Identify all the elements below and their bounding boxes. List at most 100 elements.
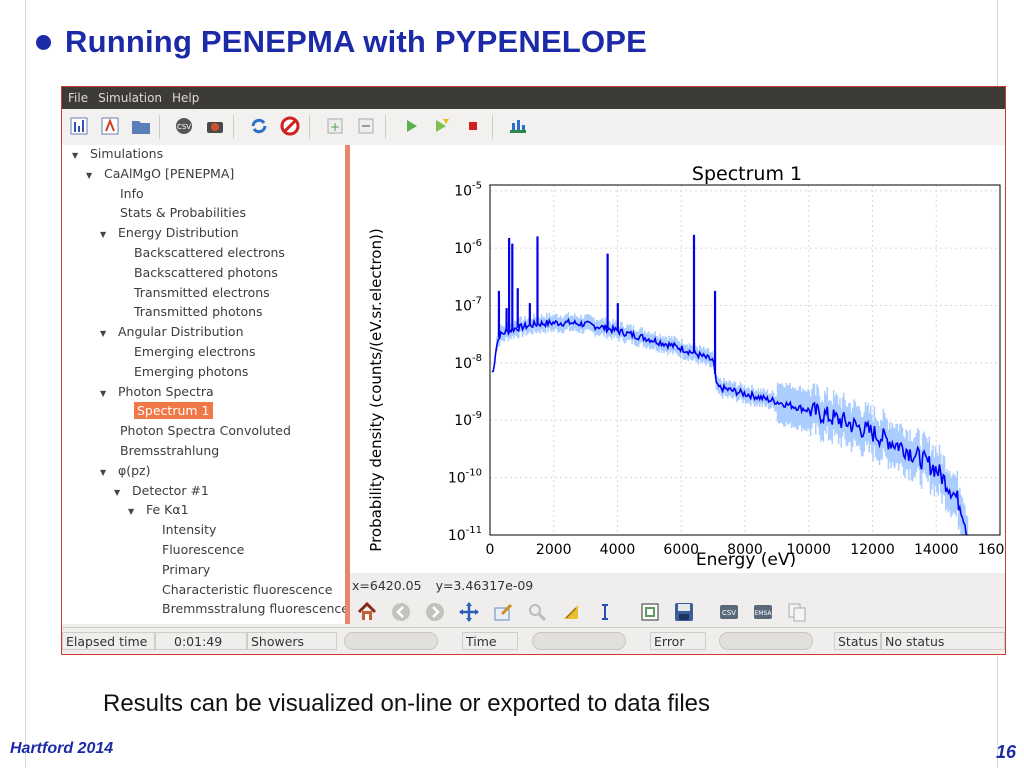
y-tick-label: 10-11 bbox=[448, 525, 482, 544]
spectrum-chart: Spectrum 1 Probability density (counts/(… bbox=[367, 163, 1005, 570]
tree-item[interactable]: Stats & Probabilities bbox=[120, 203, 246, 223]
tree-item[interactable]: Spectrum 1 bbox=[134, 401, 213, 421]
tree-item[interactable]: Primary bbox=[162, 560, 210, 580]
stop-square-icon[interactable] bbox=[462, 115, 484, 137]
tree-item-label: Transmitted photons bbox=[134, 304, 263, 320]
tree-item[interactable]: ▼ Fe Kα1 bbox=[128, 500, 189, 520]
menu-help[interactable]: Help bbox=[167, 91, 204, 105]
svg-text:CSV: CSV bbox=[177, 123, 191, 131]
showers-progress bbox=[344, 632, 438, 650]
tree-item-label: Spectrum 1 bbox=[134, 402, 213, 420]
tree-item[interactable]: ▼ CaAlMgO [PENEPMA] bbox=[86, 164, 234, 184]
play-fast-icon[interactable] bbox=[431, 115, 453, 137]
back-icon[interactable] bbox=[389, 600, 413, 624]
csv-icon[interactable]: CSV bbox=[717, 600, 741, 624]
expand-arrow-icon[interactable]: ▼ bbox=[100, 463, 112, 483]
x-tick-label: 12000 bbox=[850, 542, 895, 558]
tree-item-label: Energy Distribution bbox=[118, 225, 239, 241]
menu-file[interactable]: File bbox=[63, 91, 93, 105]
tree-item[interactable]: ▼ Angular Distribution bbox=[100, 322, 244, 342]
coord-x: x=6420.05 bbox=[352, 577, 422, 593]
status-value: No status bbox=[881, 632, 1005, 650]
x-tick-label: 16000 bbox=[978, 542, 1005, 558]
tree-item[interactable]: Fluorescence bbox=[162, 540, 244, 560]
expand-arrow-icon[interactable]: ▼ bbox=[100, 225, 112, 245]
expand-arrow-icon[interactable]: ▼ bbox=[128, 502, 140, 522]
expand-arrow-icon[interactable]: ▼ bbox=[100, 384, 112, 404]
tree-item[interactable]: Info bbox=[120, 184, 144, 204]
x-tick-label: 4000 bbox=[600, 542, 636, 558]
zoom-icon[interactable] bbox=[525, 600, 549, 624]
tree-item-label: Characteristic fluorescence bbox=[162, 581, 333, 597]
main-toolbar: CSV + bbox=[62, 109, 1005, 146]
tree-item-label: Backscattered photons bbox=[134, 264, 278, 280]
add-doc-icon[interactable]: + bbox=[324, 115, 346, 137]
open-folder-icon[interactable] bbox=[130, 115, 152, 137]
remove-doc-icon[interactable] bbox=[355, 115, 377, 137]
x-tick-label: 2000 bbox=[536, 542, 572, 558]
emsa-icon[interactable]: EMSA bbox=[751, 600, 775, 624]
app-screenshot: File Simulation Help CSV + ▼ Simulations… bbox=[61, 86, 1006, 655]
tree-item[interactable]: ▼ Energy Distribution bbox=[100, 223, 239, 243]
tree-item[interactable]: Backscattered electrons bbox=[134, 243, 285, 263]
menu-simulation[interactable]: Simulation bbox=[93, 91, 167, 105]
status-label: Status bbox=[834, 632, 881, 650]
save-icon[interactable] bbox=[672, 600, 696, 624]
cursor-icon[interactable] bbox=[593, 600, 617, 624]
csv-export-icon[interactable]: CSV bbox=[173, 115, 195, 137]
tree-item[interactable]: ▼ Simulations bbox=[72, 145, 163, 164]
configure-icon[interactable] bbox=[491, 600, 515, 624]
tree-item[interactable]: Transmitted photons bbox=[134, 302, 263, 322]
y-tick-label: 10-10 bbox=[448, 468, 482, 487]
tree-item[interactable]: Backscattered photons bbox=[134, 263, 278, 283]
tree-item[interactable]: Bremsstrahlung bbox=[120, 441, 219, 461]
tree-item-label: Backscattered electrons bbox=[134, 245, 285, 260]
toolbar-separator bbox=[159, 115, 160, 139]
expand-arrow-icon[interactable]: ▼ bbox=[86, 166, 98, 186]
histogram-icon[interactable] bbox=[68, 115, 90, 137]
svg-text:CSV: CSV bbox=[722, 609, 736, 617]
tree-item[interactable]: ▼ Detector #1 bbox=[114, 481, 209, 501]
home-icon[interactable] bbox=[355, 600, 379, 624]
edit-axes-icon[interactable] bbox=[559, 600, 583, 624]
photon-icon[interactable] bbox=[99, 115, 121, 137]
expand-arrow-icon[interactable]: ▼ bbox=[72, 146, 84, 166]
tree-item[interactable]: Characteristic fluorescence bbox=[162, 580, 332, 600]
tree-item[interactable]: Intensity bbox=[162, 520, 216, 540]
chart-title: Spectrum 1 bbox=[692, 163, 802, 185]
tree-item[interactable]: Photon Spectra Convoluted bbox=[120, 421, 291, 441]
tree-item-label: φ(pz) bbox=[118, 462, 151, 478]
x-tick-label: 0 bbox=[486, 542, 495, 558]
tree-item[interactable]: Transmitted electrons bbox=[134, 283, 270, 303]
tree-item-label: Primary bbox=[162, 561, 211, 577]
error-progress bbox=[719, 632, 813, 650]
chart-icon[interactable] bbox=[507, 115, 529, 137]
toolbar-separator bbox=[233, 115, 234, 139]
forward-icon[interactable] bbox=[423, 600, 447, 624]
refresh-icon[interactable] bbox=[248, 115, 270, 137]
stop-circle-icon[interactable] bbox=[279, 115, 301, 137]
page-number: 16 bbox=[995, 742, 1016, 762]
toolbar-separator bbox=[492, 115, 493, 139]
pan-icon[interactable] bbox=[457, 600, 481, 624]
tree-item[interactable]: ▼ φ(pz) bbox=[100, 461, 151, 481]
expand-arrow-icon[interactable]: ▼ bbox=[114, 483, 126, 503]
photo-icon[interactable] bbox=[204, 115, 226, 137]
tree-item-label: Bremsstrahlung bbox=[120, 443, 220, 458]
tree-item[interactable]: Bremmsstralung fluorescence bbox=[162, 599, 346, 619]
svg-text:EMSA: EMSA bbox=[755, 610, 773, 617]
tree-item[interactable]: Emerging photons bbox=[134, 362, 248, 382]
expand-arrow-icon[interactable]: ▼ bbox=[100, 324, 112, 344]
svg-text:+: + bbox=[330, 120, 340, 134]
tree-item[interactable]: ▼ Photon Spectra bbox=[100, 382, 214, 402]
tree-item[interactable]: Emerging electrons bbox=[134, 342, 256, 362]
tree-item-label: Bremmsstralung fluorescence bbox=[162, 601, 346, 617]
y-tick-label: 10-7 bbox=[454, 295, 482, 314]
play-icon[interactable] bbox=[400, 115, 422, 137]
showers-label: Showers bbox=[247, 632, 337, 650]
y-tick-label: 10-9 bbox=[454, 410, 482, 429]
copy-icon[interactable] bbox=[785, 600, 809, 624]
print-icon[interactable] bbox=[638, 600, 662, 624]
tree-item-label: Emerging electrons bbox=[134, 344, 256, 359]
tree-item-label: Fluorescence bbox=[162, 542, 245, 557]
